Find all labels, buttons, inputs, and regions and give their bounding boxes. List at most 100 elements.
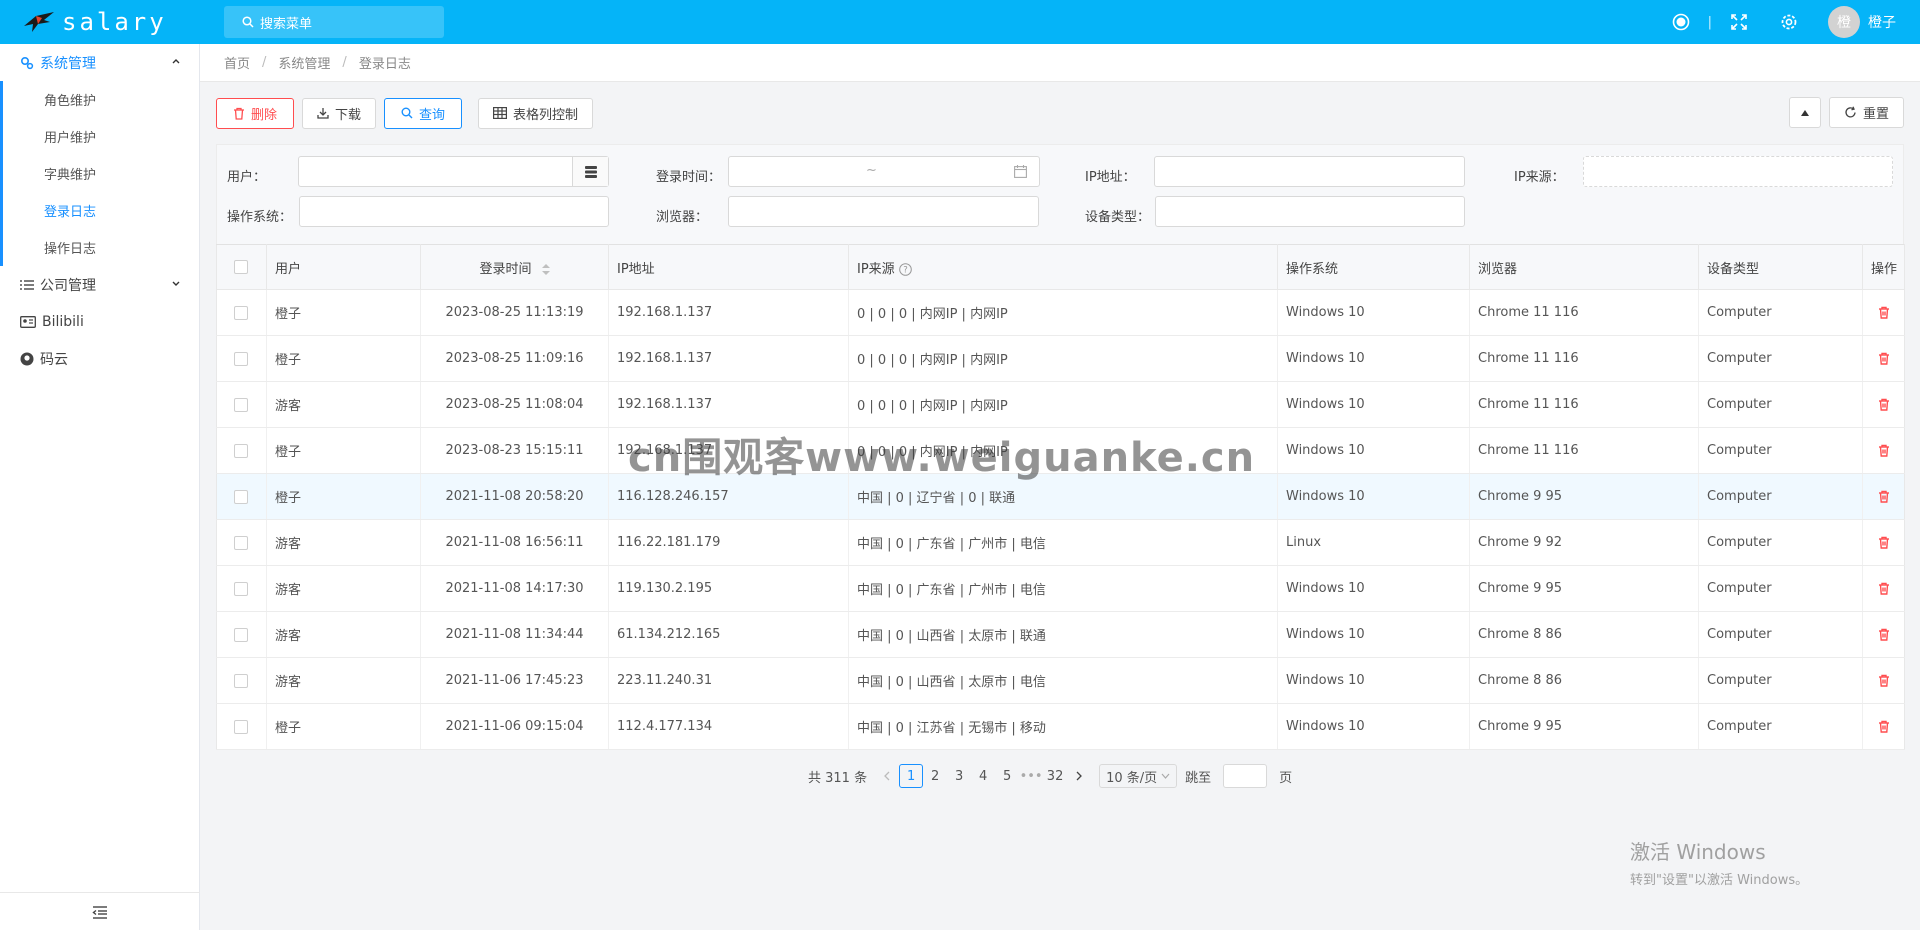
row-checkbox[interactable] <box>234 397 248 412</box>
download-button[interactable]: 下载 <box>302 97 377 129</box>
table-row[interactable]: 橙子 2023-08-25 11:09:16 192.168.1.137 0 | 0 … <box>216 335 1905 382</box>
cell-device: Computer <box>1698 381 1863 428</box>
row-checkbox[interactable] <box>234 351 248 366</box>
user-picker-button[interactable] <box>572 157 608 186</box>
question-circle-icon[interactable]: ? <box>899 262 912 276</box>
cell-ip-source: 中国 | 0 | 广东省 | 广州市 | 电信 <box>848 519 1278 566</box>
cell-user: 游客 <box>266 519 421 566</box>
delete-row-icon[interactable] <box>1878 306 1890 319</box>
sidebar-item-dict[interactable]: 字典维护 <box>0 155 199 192</box>
delete-row-icon[interactable] <box>1878 398 1890 411</box>
menu-system-management[interactable]: 系统管理 <box>0 44 199 81</box>
table-row[interactable]: 游客 2021-11-08 14:17:30 119.130.2.195 中国 | 0… <box>216 565 1905 612</box>
row-checkbox[interactable] <box>234 489 248 504</box>
reset-button[interactable]: 重置 <box>1828 97 1904 128</box>
browser-filter-input[interactable] <box>728 196 1039 227</box>
delete-row-icon[interactable] <box>1878 444 1890 457</box>
menu-bilibili[interactable]: Bilibili <box>0 303 199 340</box>
os-filter-input[interactable] <box>299 196 609 227</box>
cell-login-time: 2021-11-08 11:34:44 <box>420 611 609 658</box>
row-checkbox[interactable] <box>234 719 248 734</box>
column-header-browser: 浏览器 <box>1469 244 1699 290</box>
ip-source-filter-label: IP来源： <box>1514 170 1565 185</box>
query-label: 查询 <box>419 107 446 123</box>
column-header-action: 操作 <box>1862 244 1905 290</box>
username[interactable]: 橙子 <box>1868 12 1896 32</box>
toolbar: 删除 下载 查询 表格列控制 重置 <box>216 82 1904 144</box>
sidebar-item-role[interactable]: 角色维护 <box>0 81 199 118</box>
avatar[interactable]: 橙 <box>1828 6 1860 38</box>
table-row[interactable]: 游客 2021-11-08 11:34:44 61.134.212.165 中国 | … <box>216 611 1905 658</box>
delete-row-icon[interactable] <box>1878 674 1890 687</box>
page-5[interactable]: 5 <box>995 764 1019 788</box>
row-checkbox[interactable] <box>234 535 248 550</box>
device-filter-input[interactable] <box>1155 196 1465 227</box>
column-header-login-time[interactable]: 登录时间 <box>420 244 609 290</box>
prev-page-button[interactable] <box>875 764 899 788</box>
jump-page-input[interactable] <box>1223 764 1268 788</box>
page-4[interactable]: 4 <box>971 764 995 788</box>
page-32[interactable]: 32 <box>1043 764 1067 788</box>
ip-filter-input[interactable] <box>1154 156 1465 187</box>
collapse-filter-button[interactable] <box>1788 97 1821 128</box>
table-header-row: 用户 登录时间 IP地址 IP来源 ? 操作系统 浏览器 设备类型 操作 <box>216 244 1905 290</box>
cell-ip: 223.11.240.31 <box>608 657 849 704</box>
cell-user: 游客 <box>266 565 421 612</box>
table-row[interactable]: 橙子 2021-11-06 09:15:04 112.4.177.134 中国 | 0… <box>216 703 1905 750</box>
row-checkbox[interactable] <box>234 581 248 596</box>
delete-row-icon[interactable] <box>1878 582 1890 595</box>
collapse-sidebar-button[interactable] <box>0 892 200 930</box>
row-checkbox[interactable] <box>234 673 248 688</box>
sidebar-item-operation-log[interactable]: 操作日志 <box>0 229 199 266</box>
sort-icon[interactable] <box>541 263 550 275</box>
menu-company-management[interactable]: 公司管理 <box>0 266 199 303</box>
column-control-label: 表格列控制 <box>513 107 579 123</box>
user-filter-input[interactable] <box>298 156 609 187</box>
ip-source-filter-input[interactable] <box>1583 156 1893 187</box>
cell-login-time: 2023-08-25 11:09:16 <box>420 335 609 382</box>
delete-row-icon[interactable] <box>1878 490 1890 503</box>
sidebar-item-user[interactable]: 用户维护 <box>0 118 199 155</box>
table-row[interactable]: 游客 2021-11-08 16:56:11 116.22.181.179 中国 | … <box>216 519 1905 566</box>
row-checkbox[interactable] <box>234 305 248 320</box>
page-1[interactable]: 1 <box>899 764 924 788</box>
settings-button[interactable] <box>1764 0 1814 44</box>
breadcrumb-home[interactable]: 首页 <box>224 53 250 72</box>
menu-gitee[interactable]: 码云 <box>0 340 199 377</box>
select-all-checkbox[interactable] <box>234 260 248 274</box>
row-checkbox[interactable] <box>234 443 248 458</box>
jump-label: 跳至 <box>1185 770 1212 786</box>
column-control-button[interactable]: 表格列控制 <box>478 97 594 129</box>
sidebar-item-login-log[interactable]: 登录日志 <box>0 192 199 229</box>
theme-toggle-button[interactable] <box>1656 0 1706 44</box>
table-row[interactable]: 橙子 2023-08-25 11:13:19 192.168.1.137 0 | 0 … <box>216 289 1905 336</box>
page-size-select[interactable]: 10 条/页 <box>1099 764 1178 788</box>
breadcrumb-system[interactable]: 系统管理 <box>278 53 330 72</box>
page-3[interactable]: 3 <box>947 764 971 788</box>
activation-subtitle: 转到"设置"以激活 Windows。 <box>1630 873 1809 888</box>
delete-row-icon[interactable] <box>1878 536 1890 549</box>
row-checkbox[interactable] <box>234 627 248 642</box>
cell-action <box>1862 565 1905 612</box>
column-header-os: 操作系统 <box>1277 244 1470 290</box>
delete-button[interactable]: 删除 <box>216 97 295 129</box>
page-ellipsis[interactable]: ••• <box>1019 764 1043 788</box>
cell-user: 橙子 <box>266 335 421 382</box>
table-row[interactable]: 游客 2023-08-25 11:08:04 192.168.1.137 0 | 0 … <box>216 381 1905 428</box>
app-logo[interactable]: salary <box>0 0 200 44</box>
fullscreen-button[interactable] <box>1714 0 1764 44</box>
search-placeholder: 搜索菜单 <box>260 16 313 32</box>
menu-search-input[interactable]: 搜索菜单 <box>224 6 444 38</box>
cell-ip: 192.168.1.137 <box>608 381 849 428</box>
delete-row-icon[interactable] <box>1878 720 1890 733</box>
cell-os: Windows 10 <box>1277 473 1470 520</box>
table-row[interactable]: 游客 2021-11-06 17:45:23 223.11.240.31 中国 | 0… <box>216 657 1905 704</box>
login-time-range-picker[interactable]: ~ <box>728 156 1040 187</box>
delete-row-icon[interactable] <box>1878 628 1890 641</box>
column-header-ip: IP地址 <box>608 244 849 290</box>
delete-row-icon[interactable] <box>1878 352 1890 365</box>
page-2[interactable]: 2 <box>923 764 947 788</box>
chevron-down-icon <box>171 278 181 288</box>
next-page-button[interactable] <box>1067 764 1091 788</box>
query-button[interactable]: 查询 <box>384 97 463 129</box>
